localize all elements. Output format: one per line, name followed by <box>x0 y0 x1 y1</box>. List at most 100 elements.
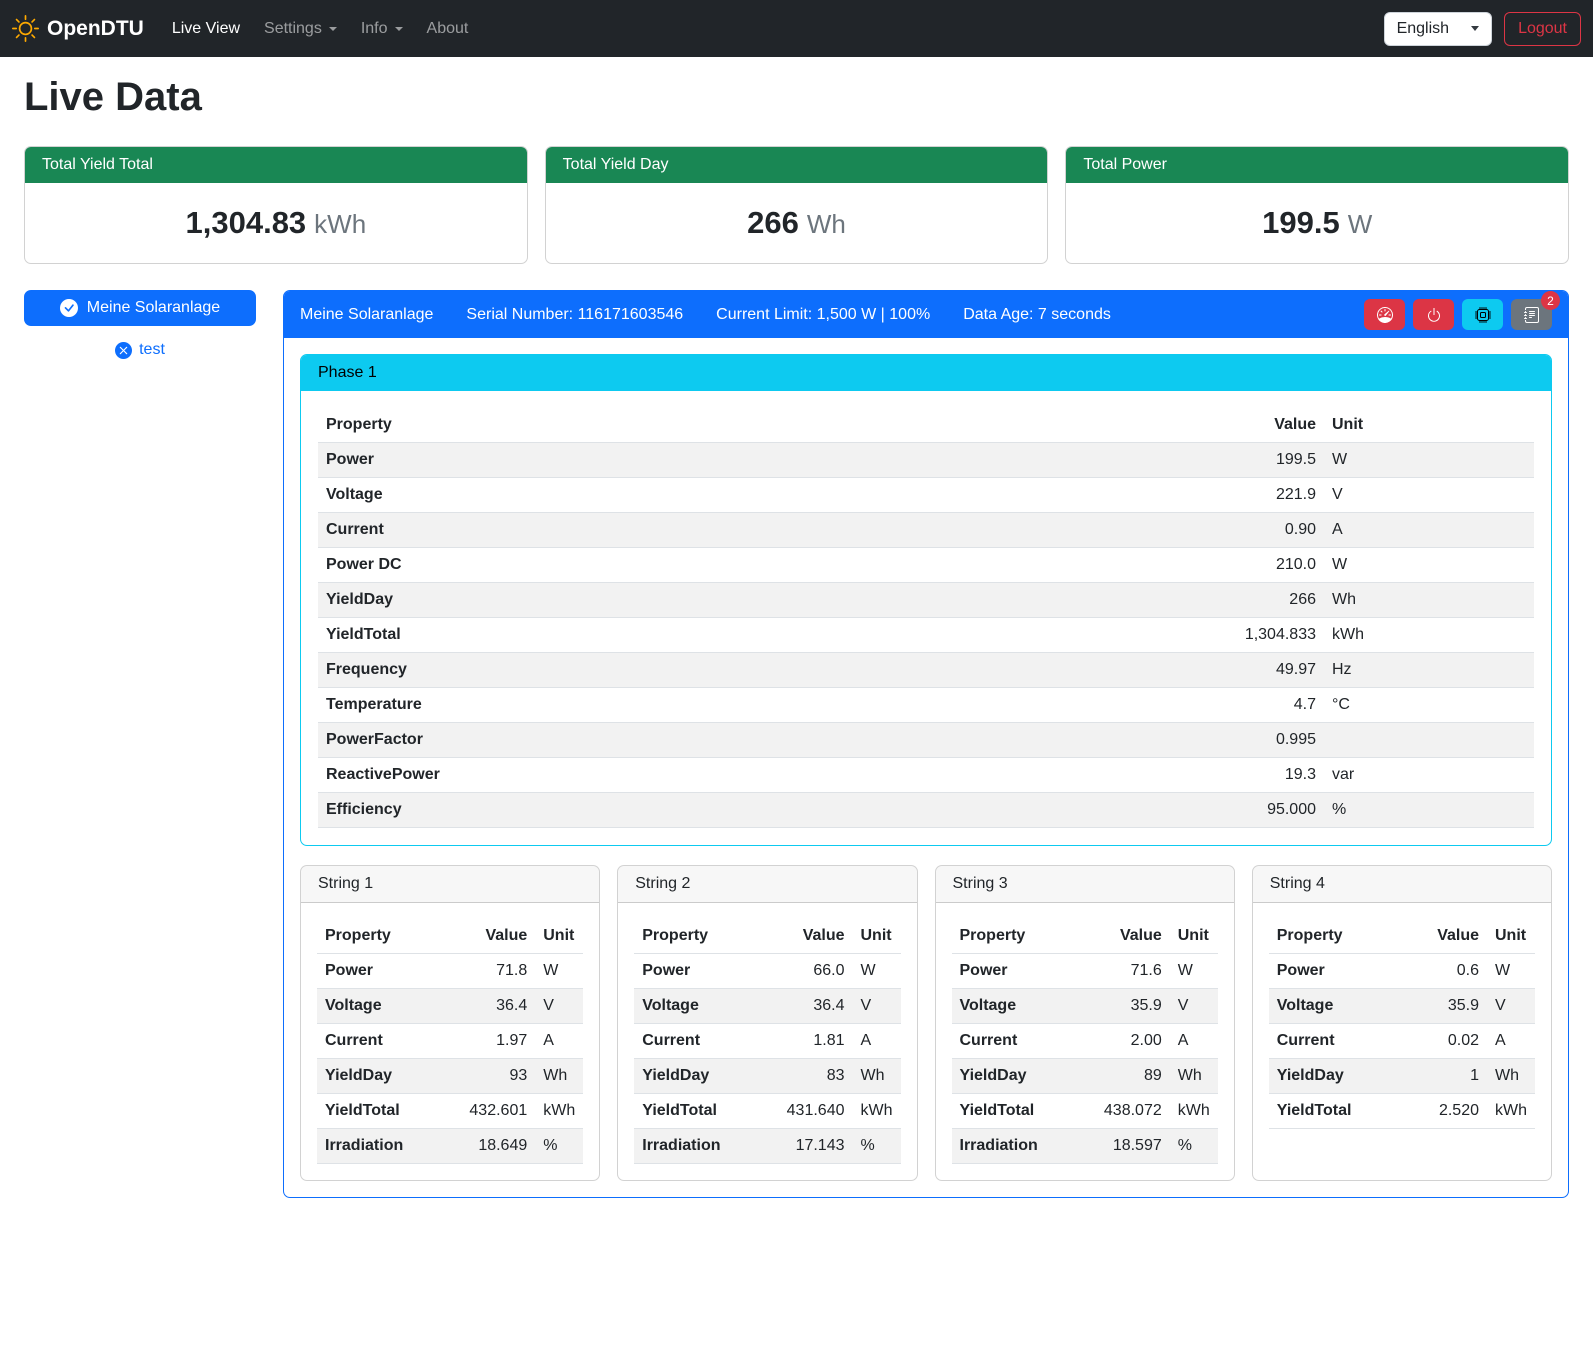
table-head: Property Value Unit <box>1269 919 1535 954</box>
property-cell: Voltage <box>1269 989 1402 1024</box>
header-unit: Unit <box>535 919 583 954</box>
card-title: Total Yield Total <box>25 147 527 183</box>
inverter-button-test[interactable]: test <box>24 341 256 359</box>
unit-cell: A <box>535 1024 583 1059</box>
property-cell: Power <box>634 954 756 989</box>
header-value: Value <box>757 919 853 954</box>
unit-cell: A <box>1487 1024 1535 1059</box>
unit-cell: % <box>853 1129 901 1164</box>
string-card-body: Property Value Unit Power71.6WVoltage35.… <box>936 903 1234 1180</box>
top-navbar: OpenDTU Live View Settings Info About En… <box>0 0 1593 57</box>
property-cell: YieldDay <box>952 1059 1074 1094</box>
header-unit: Unit <box>1170 919 1218 954</box>
cpu-icon <box>1475 307 1491 323</box>
total-power-unit: W <box>1348 209 1373 239</box>
limit-settings-button[interactable] <box>1364 299 1405 330</box>
property-cell: PowerFactor <box>318 723 920 758</box>
value-cell: 83 <box>757 1059 853 1094</box>
value-cell: 266 <box>920 583 1324 618</box>
unit-cell: °C <box>1324 688 1534 723</box>
property-cell: Power DC <box>318 548 920 583</box>
value-cell: 221.9 <box>920 478 1324 513</box>
table-body: Power71.6WVoltage35.9VCurrent2.00AYieldD… <box>952 954 1218 1164</box>
nav-item-about[interactable]: About <box>415 12 481 46</box>
unit-cell: % <box>535 1129 583 1164</box>
main-nav: Live View Settings Info About <box>160 12 481 46</box>
property-cell: Irradiation <box>634 1129 756 1164</box>
nav-item-info[interactable]: Info <box>349 12 415 46</box>
value-cell: 1.81 <box>757 1024 853 1059</box>
table-row: Voltage35.9V <box>952 989 1218 1024</box>
inverter-card-header: Meine Solaranlage Serial Number: 1161716… <box>284 291 1568 338</box>
property-cell: Voltage <box>317 989 439 1024</box>
value-cell: 18.597 <box>1074 1129 1170 1164</box>
brand-link[interactable]: OpenDTU <box>12 15 144 42</box>
string-card-title: String 2 <box>618 866 916 903</box>
speedometer-icon <box>1377 307 1393 323</box>
table-row: Power0.6W <box>1269 954 1535 989</box>
brand-label: OpenDTU <box>47 17 144 41</box>
table-row: Current0.02A <box>1269 1024 1535 1059</box>
language-select[interactable]: English <box>1384 12 1492 46</box>
value-cell: 210.0 <box>920 548 1324 583</box>
unit-cell: kWh <box>1324 618 1534 653</box>
property-cell: YieldTotal <box>1269 1094 1402 1129</box>
total-yield-total-card: Total Yield Total 1,304.83kWh <box>24 146 528 264</box>
device-info-button[interactable] <box>1462 299 1503 330</box>
nav-item-settings[interactable]: Settings <box>252 12 349 46</box>
nav-label: Settings <box>264 20 322 38</box>
property-cell: YieldDay <box>318 583 920 618</box>
property-cell: Current <box>317 1024 439 1059</box>
property-cell: ReactivePower <box>318 758 920 793</box>
string-card-body: Property Value Unit Power66.0WVoltage36.… <box>618 903 916 1180</box>
table-row: Power71.6W <box>952 954 1218 989</box>
table-row: Power199.5W <box>318 443 1534 478</box>
power-icon <box>1426 307 1442 323</box>
table-row: YieldDay1Wh <box>1269 1059 1535 1094</box>
header-value: Value <box>439 919 535 954</box>
string-4-table: Property Value Unit Power0.6WVoltage35.9… <box>1269 919 1535 1129</box>
string-card-title: String 3 <box>936 866 1234 903</box>
event-log-button[interactable]: 2 <box>1511 299 1552 330</box>
property-cell: Power <box>952 954 1074 989</box>
value-cell: 89 <box>1074 1059 1170 1094</box>
unit-cell: V <box>1324 478 1534 513</box>
string-3-card: String 3 Property Value Unit <box>935 865 1235 1181</box>
table-body: Power199.5WVoltage221.9VCurrent0.90APowe… <box>318 443 1534 828</box>
property-cell: Voltage <box>318 478 920 513</box>
unit-cell: A <box>853 1024 901 1059</box>
nav-item-live-view[interactable]: Live View <box>160 12 252 46</box>
total-yield-day-value: 266 <box>747 205 799 240</box>
total-power-card: Total Power 199.5W <box>1065 146 1569 264</box>
logout-button[interactable]: Logout <box>1504 12 1581 46</box>
total-yield-day-unit: Wh <box>807 209 846 239</box>
table-row: Efficiency95.000% <box>318 793 1534 828</box>
value-cell: 0.6 <box>1402 954 1487 989</box>
table-row: Frequency49.97Hz <box>318 653 1534 688</box>
event-count-badge: 2 <box>1541 291 1560 310</box>
property-cell: Current <box>952 1024 1074 1059</box>
property-cell: Irradiation <box>317 1129 439 1164</box>
property-cell: Frequency <box>318 653 920 688</box>
value-cell: 1.97 <box>439 1024 535 1059</box>
nav-label: Info <box>361 20 388 38</box>
value-cell: 19.3 <box>920 758 1324 793</box>
table-header-row: Property Value Unit <box>318 408 1534 443</box>
power-settings-button[interactable] <box>1413 299 1454 330</box>
string-card-title: String 4 <box>1253 866 1551 903</box>
property-cell: Current <box>634 1024 756 1059</box>
header-property: Property <box>952 919 1074 954</box>
value-cell: 4.7 <box>920 688 1324 723</box>
value-cell: 1 <box>1402 1059 1487 1094</box>
inverter-button-selected[interactable]: Meine Solaranlage <box>24 290 256 326</box>
unit-cell: Hz <box>1324 653 1534 688</box>
table-row: Irradiation17.143% <box>634 1129 900 1164</box>
total-yield-day-card: Total Yield Day 266Wh <box>545 146 1049 264</box>
language-select-value: English <box>1397 20 1449 38</box>
table-head: Property Value Unit <box>952 919 1218 954</box>
property-cell: Efficiency <box>318 793 920 828</box>
header-property: Property <box>317 919 439 954</box>
header-value: Value <box>920 408 1324 443</box>
unit-cell: W <box>1324 443 1534 478</box>
string-2-card: String 2 Property Value Unit <box>617 865 917 1181</box>
